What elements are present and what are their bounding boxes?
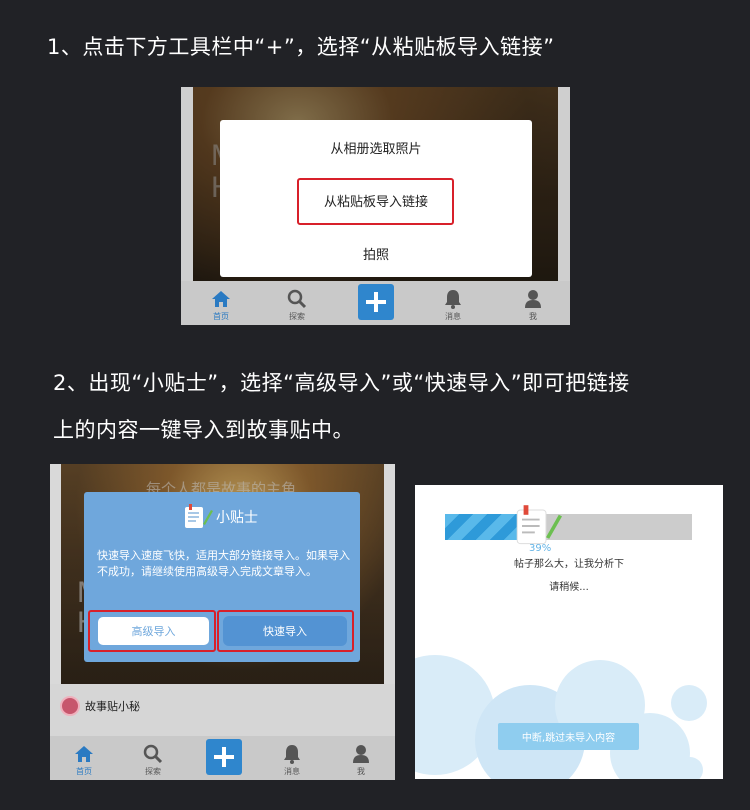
tab-me-label: 我 xyxy=(357,767,365,776)
home-icon xyxy=(73,743,95,765)
tip-message: 快速导入速度飞快，适用大部分链接导入。如果导入不成功，请继续使用高级导入完成文章… xyxy=(97,549,350,578)
author-name[interactable]: 故事贴小秘 xyxy=(85,698,140,714)
tab-messages[interactable]: 消息 xyxy=(439,281,467,325)
screenshot-tip-dialog: 每个人都是故事的主角 M H 小贴士 快速导入速度飞快，适用大部分链接导入。如果… xyxy=(50,464,395,780)
plus-icon xyxy=(366,292,386,312)
add-action-menu: 从相册选取照片 从粘贴板导入链接 拍照 xyxy=(220,120,532,277)
screenshot-import-progress: 39% 帖子那么大，让我分析下 请稍候... 中断,跳过未导入内容 xyxy=(415,485,723,779)
tab-messages-label: 消息 xyxy=(445,312,461,321)
home-icon xyxy=(210,288,232,310)
tab-messages[interactable]: 消息 xyxy=(278,736,306,780)
add-button[interactable] xyxy=(358,284,394,320)
import-progress-bar xyxy=(445,514,692,540)
tab-home[interactable]: 首页 xyxy=(70,736,98,780)
screenshot-add-menu: M H 从相册选取照片 从粘贴板导入链接 拍照 首页 探索 消息 xyxy=(181,87,570,325)
step-2-instruction-line-1: 2、出现“小贴士”，选择“高级导入”或“快速导入”即可把链接 xyxy=(53,371,630,395)
tab-home-label: 首页 xyxy=(213,312,229,321)
tab-home[interactable]: 首页 xyxy=(207,281,235,325)
author-avatar[interactable] xyxy=(60,696,80,716)
tab-explore-label: 探索 xyxy=(145,767,161,776)
search-icon xyxy=(142,743,164,765)
progress-percent: 39% xyxy=(529,543,552,554)
tab-explore[interactable]: 探索 xyxy=(283,281,311,325)
tab-me[interactable]: 我 xyxy=(347,736,375,780)
user-icon xyxy=(350,743,372,765)
bottom-tab-bar: 首页 探索 消息 我 xyxy=(181,281,570,325)
user-icon xyxy=(522,288,544,310)
please-wait-text: 请稍候... xyxy=(549,582,589,593)
tab-me-label: 我 xyxy=(529,312,537,321)
bottom-tab-bar: 首页 探索 消息 我 xyxy=(50,736,395,780)
decor-bubble xyxy=(671,685,707,721)
highlight-frame xyxy=(297,178,454,225)
tip-title: 小贴士 xyxy=(216,510,258,526)
tab-explore-label: 探索 xyxy=(289,312,305,321)
menu-item-camera[interactable]: 拍照 xyxy=(220,244,532,263)
tab-messages-label: 消息 xyxy=(284,767,300,776)
tab-home-label: 首页 xyxy=(76,767,92,776)
search-icon xyxy=(286,288,308,310)
step-2-instruction-line-2: 上的内容一键导入到故事贴中。 xyxy=(53,418,354,442)
menu-item-from-album[interactable]: 从相册选取照片 xyxy=(220,138,532,157)
step-1-instruction: 1、点击下方工具栏中“+”，选择“从粘贴板导入链接” xyxy=(47,35,555,59)
plus-icon xyxy=(214,747,234,767)
tab-explore[interactable]: 探索 xyxy=(139,736,167,780)
analyzing-message: 帖子那么大，让我分析下 xyxy=(514,559,624,570)
bell-icon xyxy=(281,743,303,765)
add-button[interactable] xyxy=(206,739,242,775)
note-icon xyxy=(183,504,213,534)
advanced-import-button[interactable]: 高级导入 xyxy=(97,616,210,646)
decor-bubble xyxy=(677,757,703,779)
quick-import-button[interactable]: 快速导入 xyxy=(223,616,347,646)
tab-me[interactable]: 我 xyxy=(519,281,547,325)
skip-remaining-button[interactable]: 中断,跳过未导入内容 xyxy=(498,723,639,750)
bell-icon xyxy=(442,288,464,310)
